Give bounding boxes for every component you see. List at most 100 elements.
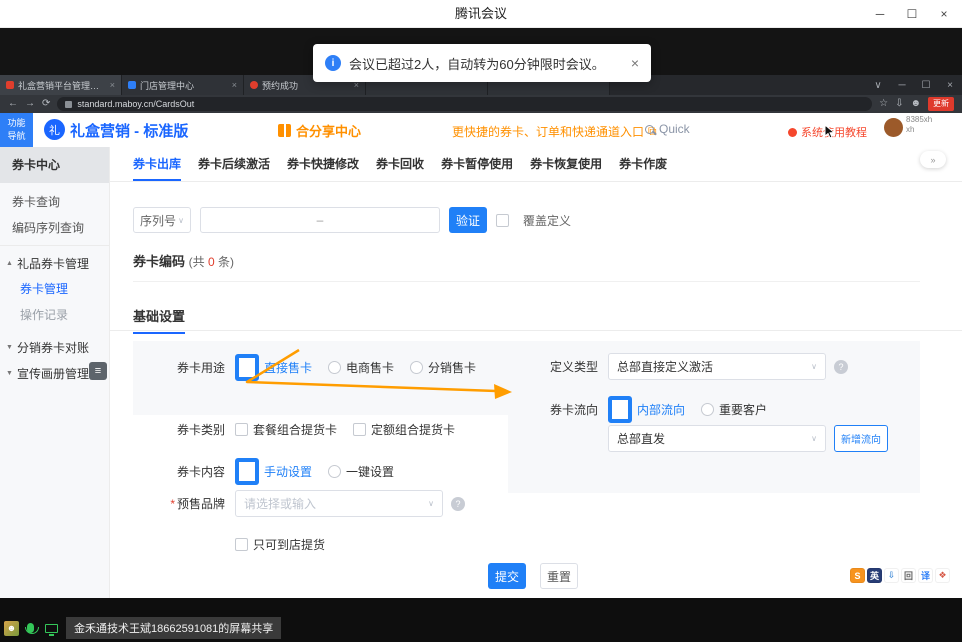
- profile-icon[interactable]: ☻: [910, 99, 921, 109]
- serial-field-select[interactable]: 序列号 ∨: [133, 207, 191, 233]
- checkbox-icon: [235, 538, 248, 551]
- brand-select[interactable]: 请选择或输入 ∨: [235, 490, 443, 517]
- tab-card-resume[interactable]: 券卡恢复使用: [530, 147, 602, 181]
- browser-minimize-icon[interactable]: ─: [890, 80, 914, 91]
- sidebar-group-distribution-reconcile[interactable]: ▼ 分销券卡对账: [0, 334, 109, 360]
- meeting-titlebar: 腾讯会议 ─ ☐ ×: [0, 0, 962, 28]
- sidebar-group-gift-card-mgmt[interactable]: ▲ 礼品券卡管理: [0, 250, 109, 276]
- site-info-icon[interactable]: [65, 101, 72, 108]
- radio-label: 内部流向: [637, 401, 685, 418]
- tab-card-void[interactable]: 券卡作废: [619, 147, 667, 181]
- radio-icon: [410, 361, 423, 374]
- radio-internal-flow[interactable]: 内部流向: [608, 396, 685, 423]
- download-icon[interactable]: ⇩: [895, 99, 903, 109]
- taskbar: ☻ 金禾通技术王斌18662591081的屏幕共享: [0, 598, 962, 642]
- sidebar-item-card-query[interactable]: 券卡查询: [0, 189, 109, 215]
- radio-ecommerce-sale[interactable]: 电商售卡: [328, 359, 394, 376]
- sidebar-item-card-mgmt[interactable]: 券卡管理: [0, 276, 109, 302]
- help-icon[interactable]: ?: [834, 360, 848, 374]
- brand-logo: 礼: [44, 119, 65, 140]
- submit-button[interactable]: 提交: [488, 563, 526, 589]
- screen-share-icon: [45, 624, 58, 633]
- tab-card-recycle[interactable]: 券卡回收: [376, 147, 424, 181]
- radio-distribution-sale[interactable]: 分销售卡: [410, 359, 476, 376]
- tab-list-chevron-icon[interactable]: ∨: [866, 80, 890, 91]
- browser-maximize-icon[interactable]: ☐: [914, 80, 938, 91]
- tab-card-outbound[interactable]: 券卡出库: [133, 147, 181, 181]
- checkbox-fixed-combo-pickup-card[interactable]: 定额组合提货卡: [353, 421, 455, 438]
- checkbox-icon: [235, 423, 248, 436]
- sidebar-item-code-sequence-query[interactable]: 编码序列查询: [0, 215, 109, 241]
- forward-icon[interactable]: →: [25, 99, 35, 109]
- browser-tab[interactable]: 门店管理中心 ×: [122, 75, 244, 95]
- tab-card-followup-activate[interactable]: 券卡后续激活: [198, 147, 270, 181]
- quick-search[interactable]: Quick: [645, 122, 690, 136]
- sidebar-item-operation-log[interactable]: 操作记录: [0, 302, 109, 328]
- radio-direct-sale[interactable]: 直接售卡: [235, 354, 312, 381]
- usage-row: 券卡用途 直接售卡 电商售卡 分销售卡: [133, 354, 492, 381]
- minimize-icon[interactable]: ─: [864, 0, 896, 28]
- radio-manual-setting[interactable]: 手动设置: [235, 458, 312, 485]
- extension-icon[interactable]: 英: [867, 568, 882, 583]
- close-icon[interactable]: ×: [928, 0, 960, 28]
- flow-select-value: 总部直发: [617, 430, 665, 447]
- definition-type-select[interactable]: 总部直接定义激活 ∨: [608, 353, 826, 380]
- codes-count-suffix: 条): [215, 255, 234, 269]
- browser-tab[interactable]: 礼盒营销平台管理中心 ×: [0, 75, 122, 95]
- brand-label: *预售品牌: [133, 495, 225, 512]
- flow-select[interactable]: 总部直发 ∨: [608, 425, 826, 452]
- tab-close-icon[interactable]: ×: [110, 80, 115, 90]
- override-label: 覆盖定义: [523, 212, 571, 229]
- checkbox-store-pickup-only[interactable]: 只可到店提货: [235, 536, 325, 553]
- verify-button[interactable]: 验证: [449, 207, 487, 233]
- override-checkbox[interactable]: [496, 214, 509, 227]
- refresh-icon[interactable]: ⟳: [42, 99, 50, 109]
- user-name-line1: 8385xh: [906, 115, 932, 125]
- tab-card-suspend[interactable]: 券卡暂停使用: [441, 147, 513, 181]
- toast-close-icon[interactable]: ×: [631, 55, 639, 71]
- function-nav-toggle[interactable]: 功能 导航: [0, 113, 33, 147]
- nav-toggle-line2: 导航: [0, 130, 33, 143]
- content-label: 券卡内容: [133, 463, 225, 480]
- extension-icon[interactable]: ❖: [935, 568, 950, 583]
- extension-icon[interactable]: 译: [918, 568, 933, 583]
- radio-one-click-setting[interactable]: 一键设置: [328, 463, 394, 480]
- user-name: 8385xh xh: [906, 115, 932, 136]
- filter-row: 序列号 ∨ – 验证 覆盖定义: [133, 207, 571, 233]
- serial-range-input[interactable]: –: [200, 207, 440, 233]
- back-icon[interactable]: ←: [8, 99, 18, 109]
- triangle-down-icon: ▼: [6, 370, 13, 377]
- extension-icon[interactable]: S: [850, 568, 865, 583]
- browser-close-icon[interactable]: ×: [938, 80, 962, 91]
- radio-icon: [701, 403, 714, 416]
- browser-update-button[interactable]: 更新: [928, 97, 954, 110]
- user-avatar[interactable]: [884, 118, 903, 137]
- favicon: [250, 81, 258, 89]
- sidebar-group-label: 宣传画册管理: [17, 365, 89, 382]
- tab-card-quick-edit[interactable]: 券卡快捷修改: [287, 147, 359, 181]
- favicon: [128, 81, 136, 89]
- promo-link[interactable]: 更快捷的券卡、订单和快递通道入口 ⧉: [452, 123, 657, 140]
- codes-count: 0: [208, 255, 215, 269]
- tab-basic-settings[interactable]: 基础设置: [133, 306, 185, 334]
- checkbox-combo-pickup-card[interactable]: 套餐组合提货卡: [235, 421, 337, 438]
- share-center-link[interactable]: 合分享中心: [278, 121, 361, 140]
- url-bar[interactable]: standard.maboy.cn/CardsOut: [57, 97, 872, 111]
- expand-tabs-button[interactable]: »: [920, 151, 946, 168]
- tab-close-icon[interactable]: ×: [232, 80, 237, 90]
- help-icon[interactable]: ?: [451, 497, 465, 511]
- add-flow-button[interactable]: 新增流向: [834, 425, 888, 452]
- sidebar-collapse-handle[interactable]: ≡: [89, 362, 107, 380]
- maximize-icon[interactable]: ☐: [896, 0, 928, 28]
- bookmark-star-icon[interactable]: ☆: [879, 99, 888, 109]
- definition-type-value: 总部直接定义激活: [617, 358, 713, 375]
- reset-button[interactable]: 重置: [540, 563, 578, 589]
- search-icon: [645, 125, 654, 134]
- radio-label: 手动设置: [264, 463, 312, 480]
- extension-icon[interactable]: 回: [901, 568, 916, 583]
- flow-select-row: 总部直发 ∨ 新增流向: [508, 425, 888, 452]
- sidebar-group-label: 分销券卡对账: [17, 339, 89, 356]
- browser-addressbar: ← → ⟳ standard.maboy.cn/CardsOut ☆ ⇩ ☻ 更…: [0, 95, 962, 113]
- extension-icon[interactable]: ⇩: [884, 568, 899, 583]
- radio-important-customer[interactable]: 重要客户: [701, 401, 767, 418]
